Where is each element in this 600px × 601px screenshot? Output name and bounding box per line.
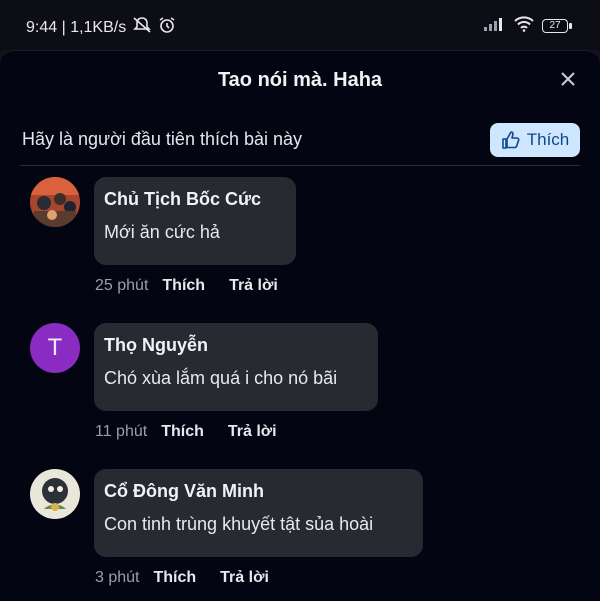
comment-time: 3 phút: [95, 569, 140, 586]
comment-meta: 3 phút Thích Trả lời: [95, 569, 269, 587]
battery-icon: 27: [542, 18, 572, 35]
thumbs-up-icon: [501, 131, 520, 149]
avatar[interactable]: T: [30, 323, 80, 373]
comment-author[interactable]: Cổ Đông Văn Minh: [104, 481, 413, 502]
close-button[interactable]: [558, 69, 578, 89]
divider: [20, 165, 580, 166]
likes-prompt: Hãy là người đầu tiên thích bài này: [22, 129, 303, 149]
alarm-icon: [158, 16, 176, 39]
signal-icon: [484, 17, 506, 36]
avatar-letter: T: [47, 334, 63, 361]
battery-level: 27: [549, 19, 561, 31]
like-button-label: Thích: [526, 130, 570, 149]
comment-text: Con tinh trùng khuyết tật sủa hoài: [104, 514, 374, 534]
avatar[interactable]: [30, 469, 80, 519]
comment-meta: 11 phút Thích Trả lời: [95, 423, 277, 441]
close-icon: [561, 72, 575, 86]
comment-like-button[interactable]: Thích: [161, 423, 204, 441]
wifi-icon: [514, 16, 534, 37]
comment-reply-button[interactable]: Trả lời: [229, 277, 278, 295]
comment-like-button[interactable]: Thích: [162, 277, 205, 295]
like-post-button[interactable]: Thích: [490, 123, 580, 157]
comment-author[interactable]: Thọ Nguyễn: [104, 335, 368, 356]
comment-text: Mới ăn cức hả: [104, 222, 220, 242]
sheet-title: Tao nói mà. Haha: [217, 69, 383, 91]
comment-author[interactable]: Chủ Tịch Bốc Cức: [104, 189, 286, 210]
comment-meta: 25 phút Thích Trả lời: [95, 277, 278, 295]
comment-bubble: Chủ Tịch Bốc Cức Mới ăn cức hả: [94, 177, 296, 265]
likes-row: Hãy là người đầu tiên thích bài này Thíc…: [22, 123, 580, 163]
status-right: 27: [484, 16, 572, 37]
comment-reply-button[interactable]: Trả lời: [220, 569, 269, 587]
comment-text: Chó xùa lắm quá i cho nó bãi: [104, 368, 338, 388]
mute-icon: [132, 16, 152, 39]
comment-bubble: Thọ Nguyễn Chó xùa lắm quá i cho nó bãi: [94, 323, 378, 411]
comment-like-button[interactable]: Thích: [153, 569, 196, 587]
comment-time: 25 phút: [95, 277, 149, 294]
avatar[interactable]: [30, 177, 80, 227]
comments-sheet: Tao nói mà. Haha Hãy là người đầu tiên t…: [0, 50, 600, 601]
comment-bubble: Cổ Đông Văn Minh Con tinh trùng khuyết t…: [94, 469, 423, 557]
status-left: 9:44 | 1,1KB/s: [26, 16, 176, 39]
comment-time: 11 phút: [95, 423, 148, 440]
status-time-speed: 9:44 | 1,1KB/s: [26, 18, 127, 36]
status-bar: 9:44 | 1,1KB/s 27: [0, 0, 600, 50]
comment-reply-button[interactable]: Trả lời: [228, 423, 277, 441]
